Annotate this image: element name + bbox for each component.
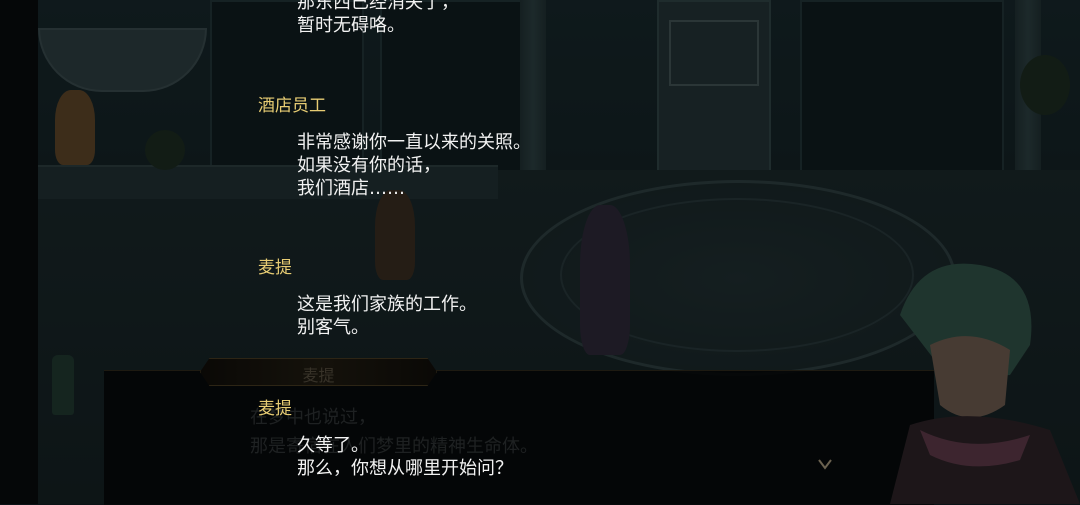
log-message-2: 非常感谢你一直以来的关照。 如果没有你的话， 我们酒店…… — [297, 131, 531, 200]
log-line: 这是我们家族的工作。 — [297, 294, 477, 315]
log-line: 别客气。 — [297, 317, 369, 338]
log-message-1: 那东西已经消失了， 暂时无碍咯。 — [297, 0, 459, 37]
log-speaker-name: 酒店员工 — [258, 96, 326, 116]
log-message-4: 久等了。 那么，你想从哪里开始问？ — [297, 434, 513, 480]
log-line: 久等了。 — [297, 435, 369, 456]
log-line: 那么，你想从哪里开始问？ — [297, 458, 513, 479]
chevron-down-icon[interactable] — [818, 458, 832, 470]
log-line: 非常感谢你一直以来的关照。 — [297, 132, 531, 153]
log-line: 如果没有你的话， — [297, 155, 441, 176]
log-line: 暂时无碍咯。 — [297, 15, 405, 36]
log-speaker-name: 麦提 — [258, 399, 292, 419]
log-message-3: 这是我们家族的工作。 别客气。 — [297, 293, 477, 339]
log-dim-overlay — [38, 0, 1080, 504]
log-line: 那东西已经消失了， — [297, 0, 459, 13]
left-letterbox — [0, 0, 38, 504]
log-line: 我们酒店…… — [297, 178, 405, 199]
log-speaker-name: 麦提 — [258, 258, 292, 278]
